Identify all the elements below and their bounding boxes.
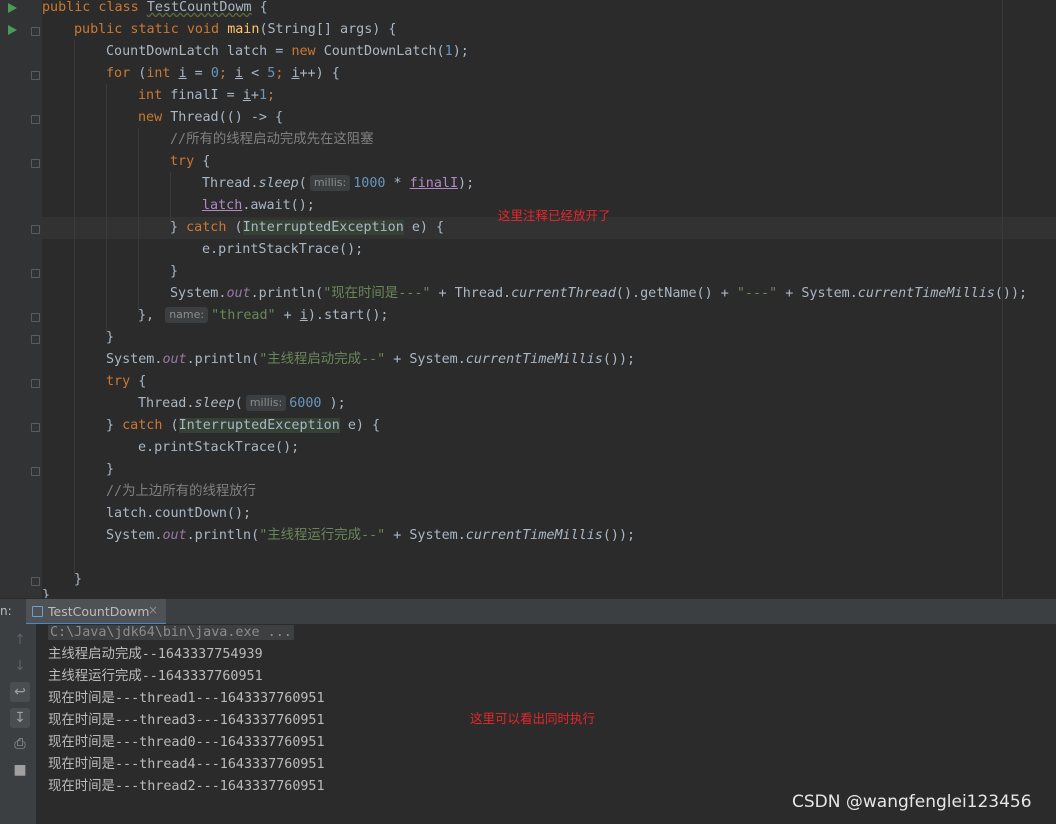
fold-marker-icon[interactable] (31, 577, 40, 586)
code-line-12: e.printStackTrace(); (202, 242, 364, 257)
param-hint: millis: (245, 395, 287, 411)
fold-marker-icon[interactable] (31, 423, 40, 432)
code-line-19: Thread.sleep(millis: 6000 ); (138, 395, 346, 411)
code-line-18: try { (106, 374, 147, 389)
console-line: 现在时间是---thread0---1643337760951 (48, 735, 325, 750)
run-window-title: n: (0, 604, 12, 618)
code-line-4: for (int i = 0; i < 5; i++) { (106, 66, 340, 81)
code-line-10: latch.await(); (202, 198, 315, 213)
code-line-15: }, name: "thread" + i).start(); (138, 307, 389, 323)
code-line-3: CountDownLatch latch = new CountDownLatc… (106, 44, 469, 59)
editor-gutter (0, 0, 42, 598)
csdn-watermark: CSDN @wangfenglei123456 (792, 792, 1032, 812)
indent-guide (138, 128, 139, 312)
fold-marker-icon[interactable] (31, 159, 40, 168)
fold-marker-icon[interactable] (31, 115, 40, 124)
code-line-22: } (106, 462, 115, 477)
code-line-1: public class TestCountDowm { (42, 0, 268, 15)
close-tab-button[interactable]: × (148, 603, 158, 617)
code-line-13: } (170, 264, 179, 279)
console-line: 现在时间是---thread2---1643337760951 (48, 779, 325, 794)
code-line-6: new Thread(() -> { (138, 110, 284, 125)
tab-label: TestCountDowm (48, 604, 150, 619)
indent-guide (106, 84, 107, 334)
run-class-icon[interactable] (8, 3, 17, 13)
code-line-25: System.out.println("主线程运行完成--" + System.… (106, 528, 636, 543)
fold-marker-icon[interactable] (31, 313, 40, 322)
console-line: 主线程启动完成--1643337754939 (48, 647, 263, 662)
fold-marker-icon[interactable] (31, 27, 40, 36)
code-line-17: System.out.println("主线程启动完成--" + System.… (106, 352, 636, 367)
fold-marker-icon[interactable] (31, 467, 40, 476)
fold-marker-icon[interactable] (31, 269, 40, 278)
fold-marker-icon[interactable] (31, 379, 40, 388)
code-line-7: //所有的线程启动完成先在这阻塞 (170, 132, 374, 147)
code-line-24: latch.countDown(); (106, 506, 252, 521)
indent-guide (74, 40, 75, 576)
soft-wrap-icon[interactable]: ↩ (10, 682, 30, 702)
param-hint: name: (165, 307, 209, 323)
code-editor[interactable]: public class TestCountDowm { public stat… (0, 0, 1056, 598)
console-line: 现在时间是---thread4---1643337760951 (48, 757, 325, 772)
code-line-9: Thread.sleep(millis: 1000 * finalI); (202, 175, 475, 191)
code-line-20: } catch (InterruptedException e) { (106, 418, 381, 433)
code-line-8: try { (170, 154, 211, 169)
run-main-icon[interactable] (8, 25, 17, 35)
scroll-to-end-icon[interactable]: ↧ (10, 708, 30, 728)
fold-marker-icon[interactable] (31, 71, 40, 80)
code-line-5: int finalI = i+1; (138, 88, 276, 103)
code-line-23: //为上边所有的线程放行 (106, 484, 257, 499)
console-line: C:\Java\jdk64\bin\java.exe ... (48, 622, 294, 644)
down-arrow-icon[interactable]: ↓ (10, 656, 30, 676)
run-tool-window-header: n: TestCountDowm × (0, 598, 1056, 625)
code-line-2: public static void main(String[] args) { (74, 22, 397, 37)
run-toolbar: ↑ ↓ ↩ ↧ ⎙ ■ (0, 624, 36, 824)
code-line-16: } (106, 330, 115, 345)
up-arrow-icon[interactable]: ↑ (10, 630, 30, 650)
console-line: 现在时间是---thread3---1643337760951 (48, 713, 325, 728)
trash-icon[interactable]: ■ (10, 760, 30, 780)
print-icon[interactable]: ⎙ (10, 734, 30, 754)
console-line: 现在时间是---thread1---1643337760951 (48, 691, 325, 706)
console-line: 主线程运行完成--1643337760951 (48, 669, 263, 684)
java-command-line[interactable]: C:\Java\jdk64\bin\java.exe ... (48, 625, 294, 640)
param-hint: millis: (309, 175, 351, 191)
code-line-26: } (74, 572, 83, 587)
code-line-21: e.printStackTrace(); (138, 440, 300, 455)
fold-marker-icon[interactable] (31, 335, 40, 344)
code-line-11: } catch (InterruptedException e) { (170, 220, 445, 235)
code-line-27: } (42, 588, 51, 598)
console-icon (32, 606, 43, 617)
red-annotation-note: 这里注释已经放开了 (498, 208, 611, 223)
fold-marker-icon[interactable] (31, 225, 40, 234)
code-line-14: System.out.println("现在时间是---" + Thread.c… (170, 286, 1028, 301)
red-annotation-note: 这里可以看出同时执行 (470, 711, 596, 726)
